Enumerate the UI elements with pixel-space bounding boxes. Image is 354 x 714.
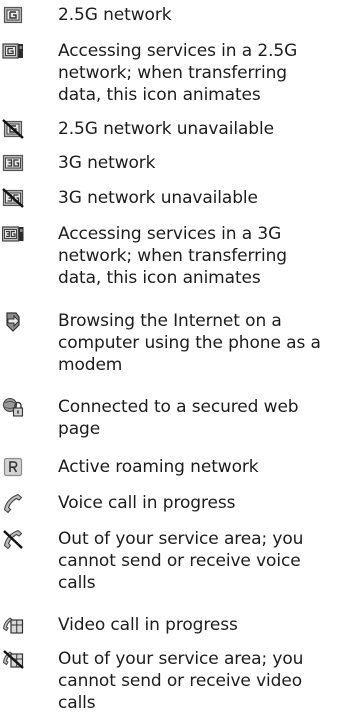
2-5g-network-active-icon <box>2 40 24 62</box>
legend-item-text: Out of your service area; you cannot sen… <box>58 529 304 593</box>
3g-network-icon <box>2 152 24 174</box>
legend-item-text: Accessing services in a 2.5G network; wh… <box>58 41 298 105</box>
2-5g-network-unavailable-icon <box>2 118 24 140</box>
secured-page-icon <box>2 396 24 418</box>
legend-item-text: Out of your service area; you cannot sen… <box>58 649 304 713</box>
legend-item-text: 3G network <box>58 153 156 173</box>
legend-item-text: Voice call in progress <box>58 493 236 513</box>
legend-item-text: Video call in progress <box>58 615 238 635</box>
3g-network-unavailable-icon <box>2 187 24 209</box>
roaming-icon <box>2 456 24 478</box>
legend-item-text: Browsing the Internet on a computer usin… <box>58 311 321 375</box>
legend-item-text: 2.5G network unavailable <box>58 119 274 139</box>
legend-item-text: 3G network unavailable <box>58 188 258 208</box>
video-call-icon <box>2 614 24 636</box>
legend-item-text: Connected to a secured web page <box>58 397 299 439</box>
legend-item-text: Active roaming network <box>58 457 259 477</box>
3g-network-active-icon <box>2 223 24 245</box>
video-call-unavailable-icon <box>2 648 24 670</box>
modem-browsing-icon <box>2 310 24 332</box>
legend-item-text: 2.5G network <box>58 5 172 25</box>
legend-item-text: Accessing services in a 3G network; when… <box>58 224 288 288</box>
2-5g-network-icon <box>2 4 24 26</box>
voice-call-unavailable-icon <box>2 528 24 550</box>
voice-call-icon <box>2 492 24 514</box>
